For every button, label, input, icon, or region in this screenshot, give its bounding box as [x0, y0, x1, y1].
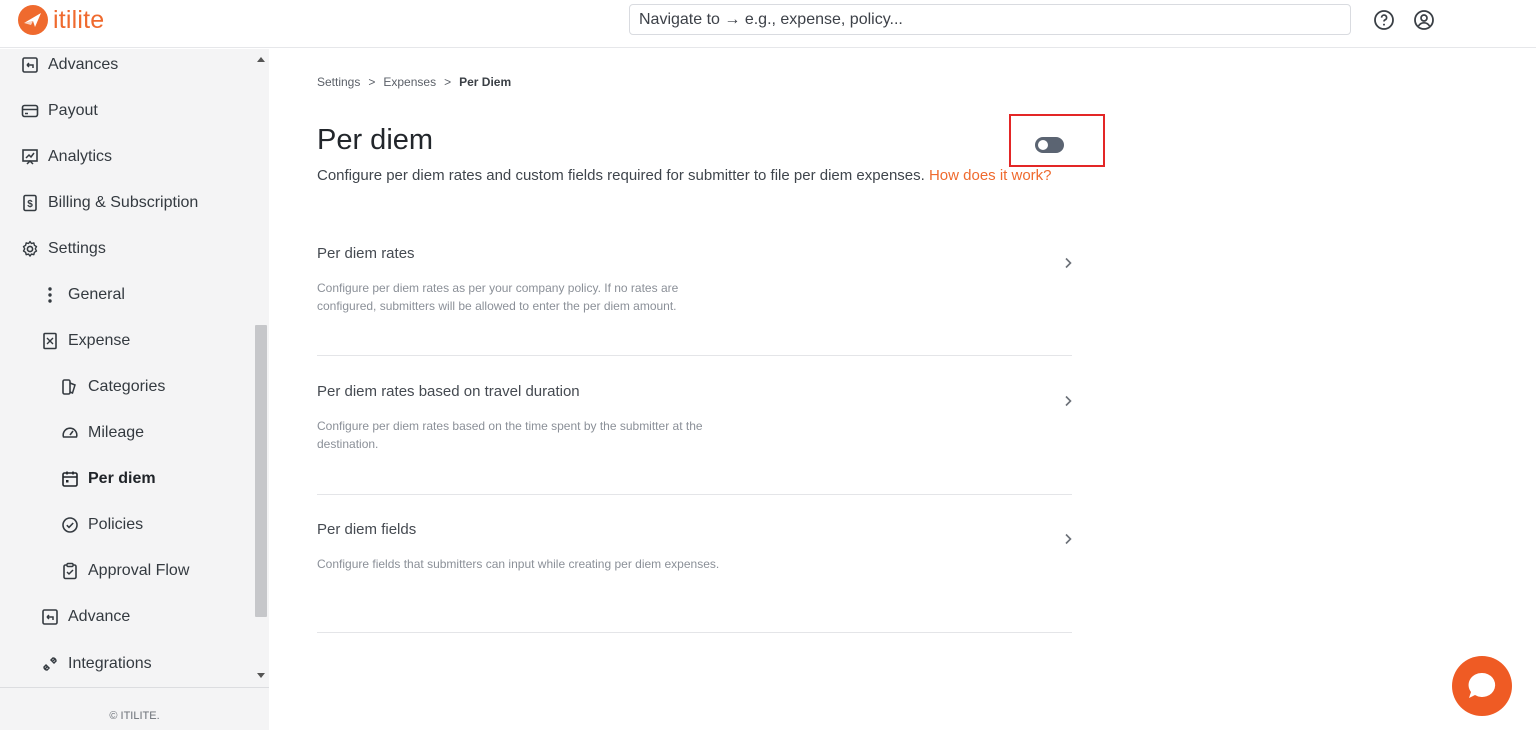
sidebar: Advances Payout Analytics $ Billing & Su…	[0, 49, 269, 730]
breadcrumb-settings[interactable]: Settings	[317, 75, 360, 89]
sidebar-item-label: Expense	[68, 332, 131, 349]
calendar-icon	[61, 470, 79, 488]
check-circle-icon	[61, 516, 79, 534]
user-circle-icon[interactable]	[1413, 9, 1435, 31]
sidebar-item-billing[interactable]: $ Billing & Subscription	[21, 191, 198, 215]
scroll-up-arrow-icon[interactable]	[257, 57, 265, 62]
page-description: Configure per diem rates and custom fiel…	[317, 167, 1052, 184]
integrations-icon	[41, 655, 59, 673]
sidebar-item-label: Integrations	[68, 655, 152, 672]
breadcrumb-expenses[interactable]: Expenses	[383, 75, 436, 89]
advance-receipt-icon	[21, 56, 39, 74]
sidebar-item-label: Mileage	[88, 424, 145, 441]
chat-support-button[interactable]	[1452, 656, 1512, 716]
per-diem-travel-duration-row[interactable]: Per diem rates based on travel duration …	[317, 356, 1072, 495]
sidebar-item-label: Per diem	[88, 470, 156, 487]
sidebar-item-label: Advance	[68, 608, 131, 625]
help-circle-icon[interactable]	[1373, 9, 1395, 31]
row-title: Per diem rates based on travel duration	[317, 383, 580, 400]
sidebar-scrollbar[interactable]	[253, 49, 269, 687]
sidebar-footer: © ITILITE.	[0, 687, 269, 730]
advance-receipt-icon	[41, 608, 59, 626]
row-title: Per diem rates	[317, 245, 415, 262]
sidebar-item-label: Payout	[48, 102, 98, 119]
vertical-dots-icon	[41, 286, 59, 304]
sidebar-item-mileage[interactable]: Mileage	[61, 421, 144, 445]
sidebar-item-approval-flow[interactable]: Approval Flow	[61, 559, 189, 583]
row-description: Configure fields that submitters can inp…	[317, 557, 720, 571]
plane-logo-icon	[18, 5, 48, 35]
sidebar-item-label: Billing & Subscription	[48, 194, 199, 211]
billing-receipt-icon: $	[21, 194, 39, 212]
card-icon	[21, 102, 39, 120]
chevron-right-icon[interactable]	[1064, 532, 1072, 545]
sidebar-item-advances[interactable]: Advances	[21, 53, 118, 77]
sidebar-nav: Advances Payout Analytics $ Billing & Su…	[0, 49, 253, 687]
sidebar-item-integrations[interactable]: Integrations	[41, 652, 152, 676]
page-title: Per diem	[317, 124, 434, 156]
presentation-chart-icon	[21, 148, 39, 166]
per-diem-enable-toggle[interactable]	[1035, 137, 1064, 153]
sidebar-item-label: Advances	[48, 56, 119, 73]
scroll-down-arrow-icon[interactable]	[257, 673, 265, 678]
sidebar-item-label: Settings	[48, 240, 106, 257]
expense-receipt-icon	[41, 332, 59, 350]
how-does-it-work-link[interactable]: How does it work?	[929, 167, 1052, 184]
sidebar-item-advance[interactable]: Advance	[41, 605, 130, 629]
sidebar-item-label: Categories	[88, 378, 166, 395]
speedometer-icon	[61, 424, 79, 442]
breadcrumb-separator: >	[368, 75, 376, 89]
sidebar-item-label: Approval Flow	[88, 562, 190, 579]
gear-icon	[21, 240, 39, 258]
categories-icon	[61, 378, 79, 396]
breadcrumb-separator: >	[444, 75, 452, 89]
toggle-knob	[1038, 140, 1048, 150]
breadcrumb-current: Per Diem	[459, 75, 512, 89]
row-description: Configure per diem rates as per your com…	[317, 281, 679, 313]
sidebar-item-general[interactable]: General	[41, 283, 125, 307]
row-description: Configure per diem rates based on the ti…	[317, 419, 703, 451]
sidebar-item-per-diem[interactable]: Per diem	[61, 467, 156, 491]
per-diem-rates-row[interactable]: Per diem rates Configure per diem rates …	[317, 222, 1072, 356]
itilite-logo[interactable]: itilite	[18, 5, 104, 35]
navigate-search-input[interactable]	[629, 4, 1351, 35]
sidebar-item-policies[interactable]: Policies	[61, 513, 143, 537]
svg-text:$: $	[27, 199, 33, 210]
top-bar: itilite	[0, 0, 1536, 48]
scroll-thumb[interactable]	[255, 325, 267, 617]
chevron-right-icon[interactable]	[1064, 394, 1072, 407]
page-description-text: Configure per diem rates and custom fiel…	[317, 167, 925, 184]
chat-bubble-icon	[1468, 672, 1496, 698]
sidebar-item-label: Analytics	[48, 148, 113, 165]
sidebar-item-analytics[interactable]: Analytics	[21, 145, 112, 169]
logo-text: itilite	[53, 6, 105, 34]
sidebar-item-expense[interactable]: Expense	[41, 329, 130, 353]
sidebar-item-label: Policies	[88, 516, 144, 533]
chevron-right-icon[interactable]	[1064, 256, 1072, 269]
sidebar-item-settings[interactable]: Settings	[21, 237, 106, 261]
breadcrumb: Settings > Expenses > Per Diem	[317, 75, 511, 89]
sidebar-item-payout[interactable]: Payout	[21, 99, 98, 123]
sidebar-item-label: General	[68, 286, 125, 303]
per-diem-fields-row[interactable]: Per diem fields Configure fields that su…	[317, 495, 1072, 633]
row-title: Per diem fields	[317, 521, 417, 538]
clipboard-check-icon	[61, 562, 79, 580]
sidebar-item-categories[interactable]: Categories	[61, 375, 165, 399]
